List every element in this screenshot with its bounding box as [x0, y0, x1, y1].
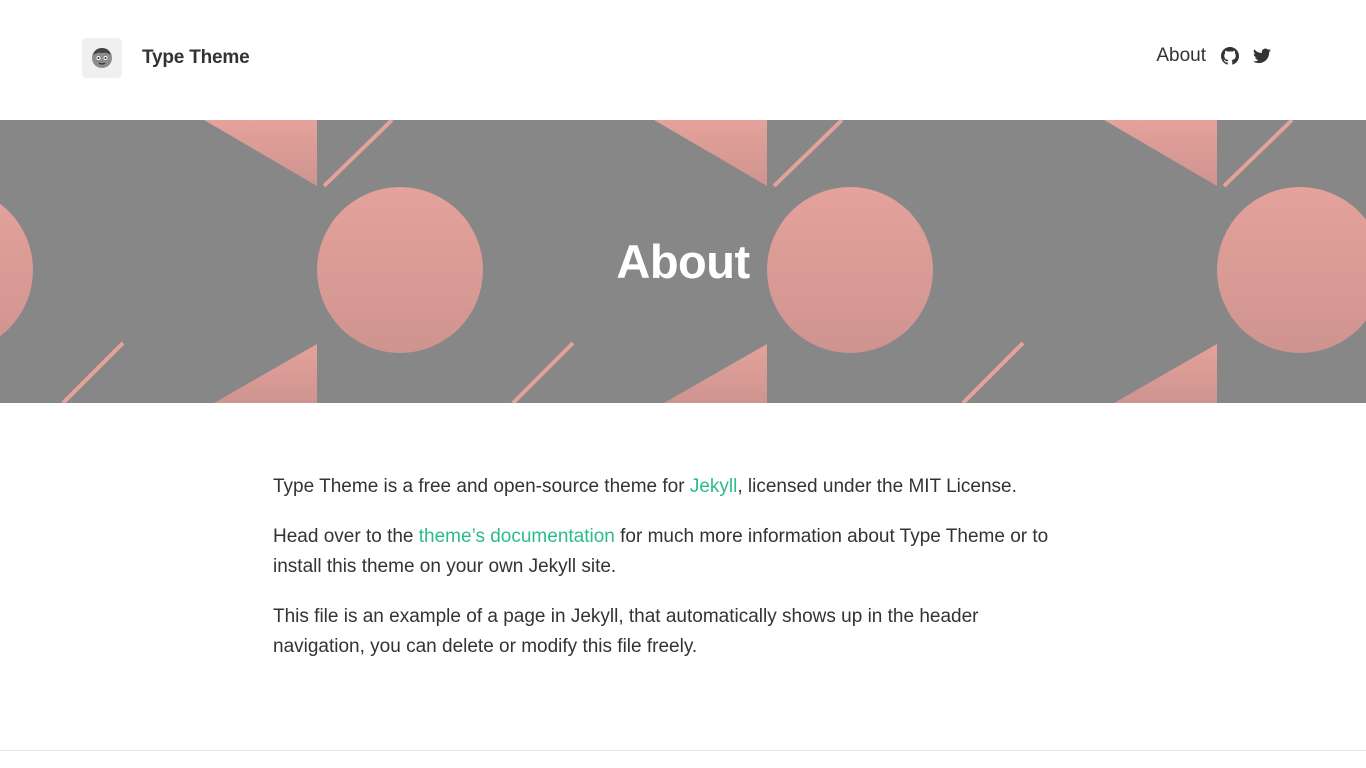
twitter-link[interactable]: [1252, 46, 1272, 66]
example-file-paragraph: This file is an example of a page in Jek…: [273, 606, 979, 657]
page-title: About: [616, 235, 750, 288]
site-header: Type Theme About: [0, 0, 1366, 120]
twitter-icon: [1253, 48, 1271, 64]
hero-banner: About: [0, 120, 1366, 403]
intro-paragraph: Type Theme is a free and open-source the…: [273, 472, 1073, 502]
footer-divider: [0, 750, 1366, 751]
avatar-face-icon: [92, 48, 112, 68]
nav-about-link[interactable]: About: [1156, 45, 1206, 67]
intro-text-end: , licensed under the MIT License.: [737, 476, 1017, 497]
header-navigation: About: [1156, 44, 1272, 68]
page-content: Type Theme is a free and open-source the…: [273, 472, 1073, 682]
site-title[interactable]: Type Theme: [142, 47, 250, 69]
intro-text-start: Type Theme is a free and open-source the…: [273, 476, 690, 497]
avatar[interactable]: [82, 38, 122, 78]
site-brand-link[interactable]: Type Theme: [82, 38, 250, 78]
documentation-text-start: Head over to the: [273, 526, 419, 547]
jekyll-link[interactable]: Jekyll: [690, 476, 738, 497]
documentation-paragraph: Head over to the theme’s documentation f…: [273, 522, 1073, 582]
theme-documentation-link[interactable]: theme’s documentation: [419, 526, 615, 547]
github-icon: [1221, 47, 1239, 65]
github-link[interactable]: [1220, 46, 1240, 66]
